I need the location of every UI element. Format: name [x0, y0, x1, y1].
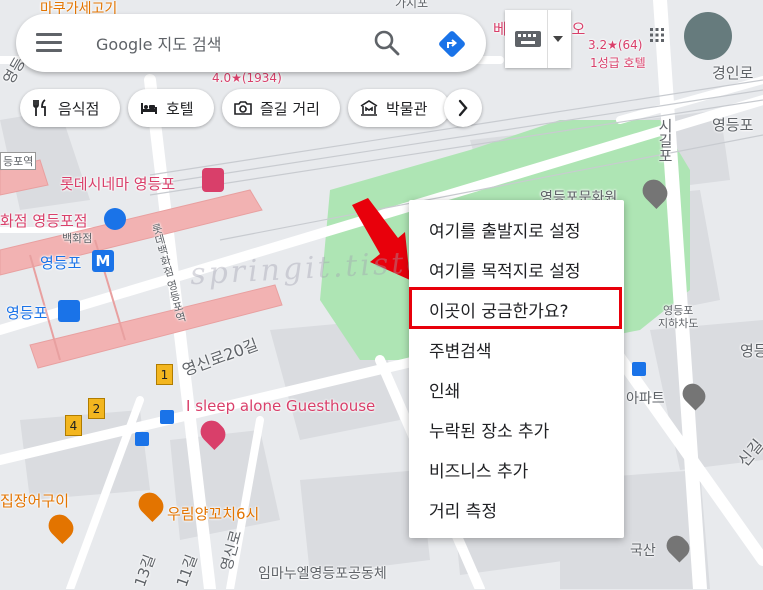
guesthouse-label[interactable]: I sleep alone Guesthouse: [186, 397, 375, 415]
bus-icon[interactable]: [58, 300, 80, 322]
restaurant-label[interactable]: 우림양꼬치6시: [167, 503, 259, 524]
camera-icon: [234, 101, 252, 115]
road-label: 경인로: [712, 64, 754, 82]
shopping-icon[interactable]: [104, 208, 126, 230]
apps-grid-icon[interactable]: [650, 28, 664, 42]
menu-icon[interactable]: [36, 33, 62, 53]
chip-hotels[interactable]: 호텔: [128, 89, 214, 127]
menu-item-search-nearby[interactable]: 주변검색: [429, 337, 492, 362]
context-menu: 여기를 출발지로 설정 여기를 목적지로 설정 이곳이 궁금한가요? 주변검색 …: [409, 200, 624, 538]
exit-badge[interactable]: 4: [65, 415, 82, 436]
poi-label[interactable]: 임마누엘영등포공동체: [258, 563, 387, 583]
input-tools-button[interactable]: [505, 10, 571, 68]
poi-label[interactable]: 아파트: [626, 388, 665, 408]
chip-things-to-do[interactable]: 즐길 거리: [222, 89, 340, 127]
hotel-rating: 3.2★(64): [588, 38, 643, 52]
bus-stop-icon[interactable]: [632, 362, 646, 376]
chip-museums[interactable]: 박물관: [348, 89, 450, 127]
bus-terminal-label[interactable]: 영등포: [6, 302, 47, 323]
highlight-box: [409, 287, 622, 329]
cinema-icon[interactable]: [202, 168, 224, 192]
chevron-down-icon[interactable]: [553, 36, 563, 42]
dept-store-label[interactable]: 화점 영등포점: [0, 210, 88, 231]
chip-label: 호텔: [166, 99, 194, 118]
poi-label: 가지포: [395, 0, 429, 10]
chevron-right-icon: [458, 99, 468, 117]
hotel-grade: 1성급 호텔: [590, 56, 646, 70]
chip-restaurants[interactable]: 음식점: [20, 89, 120, 127]
place-rating: 4.0★(1934): [212, 71, 282, 85]
restaurant-icon: [33, 99, 46, 116]
station-sign[interactable]: 등포역: [0, 152, 37, 170]
chip-label: 음식점: [58, 99, 100, 118]
museum-icon: [360, 100, 378, 116]
directions-icon[interactable]: [436, 28, 468, 60]
search-icon[interactable]: [372, 28, 402, 58]
chip-label: 박물관: [386, 99, 428, 118]
keyboard-icon[interactable]: [515, 31, 541, 47]
bus-stop-icon[interactable]: [160, 410, 174, 424]
subway-station-label[interactable]: 영등포: [40, 252, 81, 273]
menu-item-print[interactable]: 인쇄: [429, 377, 460, 402]
avatar[interactable]: [684, 12, 732, 60]
menu-item-set-destination[interactable]: 여기를 목적지로 설정: [429, 257, 581, 282]
exit-badge[interactable]: 1: [156, 364, 173, 385]
hotel-icon: [141, 103, 157, 114]
chips-next-button[interactable]: [444, 89, 482, 127]
menu-item-measure-distance[interactable]: 거리 측정: [429, 497, 497, 522]
search-bar: [16, 14, 486, 72]
menu-item-set-origin[interactable]: 여기를 출발지로 설정: [429, 217, 581, 242]
chip-label: 즐길 거리: [260, 99, 320, 118]
divider: [547, 10, 548, 68]
dept-store-sub: 백화점: [62, 232, 93, 245]
poi-label[interactable]: 국산: [630, 540, 656, 560]
cinema-label[interactable]: 롯데시네마 영등포: [60, 173, 175, 194]
menu-item-add-missing-place[interactable]: 누락된 장소 추가: [429, 417, 549, 442]
restaurant-label[interactable]: 집장어구이: [0, 490, 69, 511]
poi-label: 영등포 지하차도: [658, 304, 699, 330]
exit-badge[interactable]: 2: [88, 398, 105, 419]
road-label: 영등: [740, 342, 763, 360]
road-label: 영등포: [712, 116, 754, 134]
search-input[interactable]: [94, 28, 358, 60]
menu-item-add-business[interactable]: 비즈니스 추가: [429, 457, 528, 482]
subway-icon[interactable]: M: [92, 250, 114, 272]
road-label: 시길포: [656, 118, 674, 163]
bus-stop-icon[interactable]: [135, 432, 149, 446]
